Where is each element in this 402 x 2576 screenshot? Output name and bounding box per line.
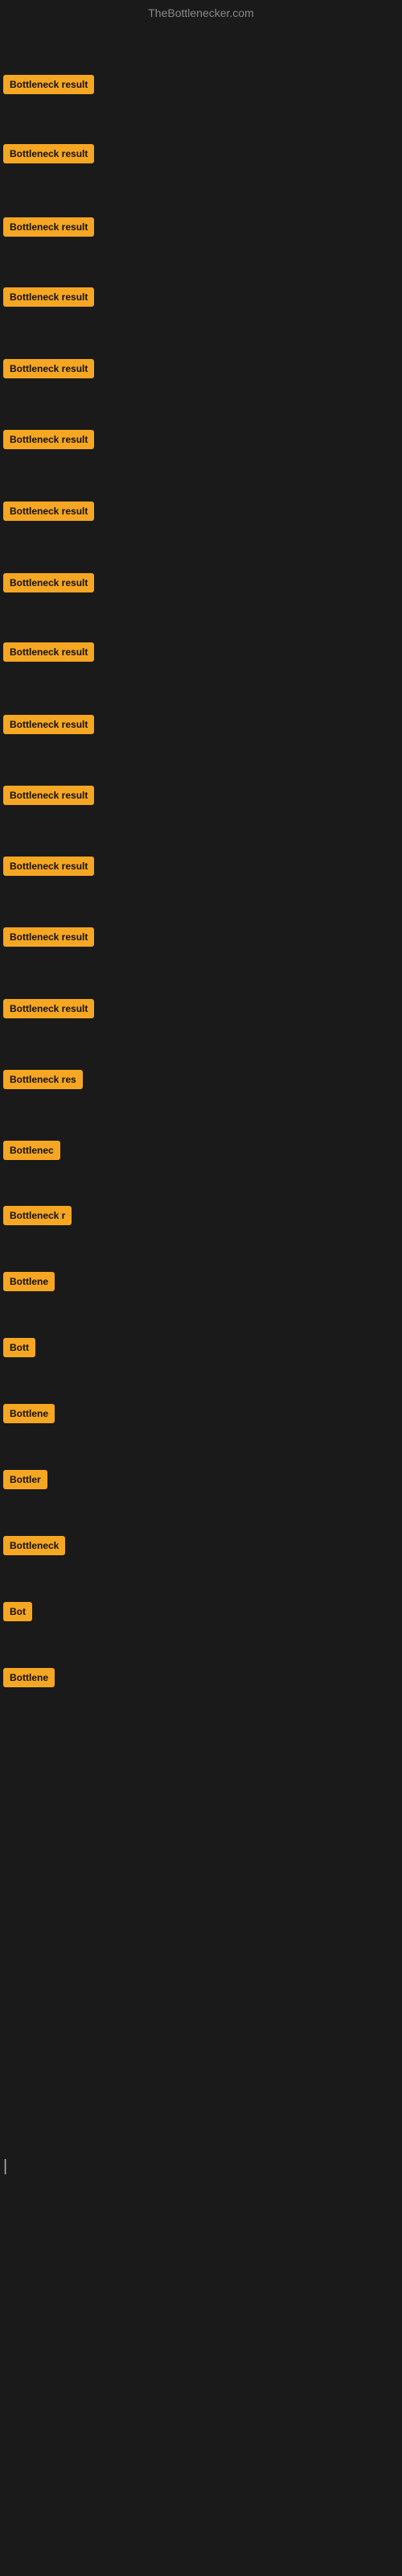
bottleneck-badge[interactable]: Bottleneck result [3, 502, 94, 521]
bottleneck-item-row[interactable]: Bottleneck result [3, 573, 94, 597]
bottleneck-badge[interactable]: Bottleneck res [3, 1070, 83, 1089]
bottleneck-item-row[interactable]: Bottleneck result [3, 999, 94, 1022]
bottleneck-badge[interactable]: Bottleneck result [3, 999, 94, 1018]
bottleneck-badge[interactable]: Bot [3, 1602, 32, 1621]
bottleneck-badge[interactable]: Bottleneck result [3, 217, 94, 237]
page-wrapper: TheBottlenecker.com Bottleneck result Bot… [0, 0, 402, 2576]
bottleneck-badge[interactable]: Bottleneck result [3, 927, 94, 947]
bottleneck-item-row[interactable]: Bottleneck result [3, 502, 94, 525]
bottleneck-badge[interactable]: Bottleneck r [3, 1206, 72, 1225]
bottleneck-item-row[interactable]: Bottleneck result [3, 927, 94, 951]
bottleneck-badge[interactable]: Bott [3, 1338, 35, 1357]
bottleneck-item-row[interactable]: Bottleneck res [3, 1070, 83, 1093]
bottleneck-badge[interactable]: Bottleneck result [3, 642, 94, 662]
bottleneck-item-row[interactable]: Bottlenec [3, 1141, 60, 1164]
bottleneck-badge[interactable]: Bottleneck result [3, 430, 94, 449]
bottleneck-item-row[interactable]: Bottleneck result [3, 430, 94, 453]
bottleneck-item-row[interactable]: Bottleneck result [3, 642, 94, 666]
bottleneck-badge[interactable]: Bottleneck result [3, 857, 94, 876]
bottleneck-badge[interactable]: Bottleneck result [3, 786, 94, 805]
bottleneck-item-row[interactable]: Bottlene [3, 1272, 55, 1295]
bottleneck-badge[interactable]: Bottleneck result [3, 287, 94, 307]
bottleneck-item-row[interactable]: Bottleneck result [3, 359, 94, 382]
bottleneck-badge[interactable]: Bottlene [3, 1404, 55, 1423]
bottleneck-badge[interactable]: Bottleneck result [3, 144, 94, 163]
site-title: TheBottlenecker.com [148, 6, 254, 19]
bottleneck-item-row[interactable]: Bottleneck result [3, 715, 94, 738]
bottleneck-item-row[interactable]: Bottleneck result [3, 857, 94, 880]
bottleneck-item-row[interactable]: Bottleneck r [3, 1206, 72, 1229]
cursor-indicator: | [3, 2157, 7, 2176]
bottleneck-badge[interactable]: Bottleneck result [3, 715, 94, 734]
bottleneck-item-row[interactable]: Bott [3, 1338, 35, 1361]
bottleneck-item-row[interactable]: Bottleneck result [3, 217, 94, 241]
bottleneck-item-row[interactable]: Bottlene [3, 1668, 55, 1691]
bottleneck-badge[interactable]: Bottleneck [3, 1536, 65, 1555]
bottleneck-item-row[interactable]: Bottlene [3, 1404, 55, 1427]
bottleneck-item-row[interactable]: Bottleneck [3, 1536, 65, 1559]
bottleneck-item-row[interactable]: Bottleneck result [3, 287, 94, 311]
bottleneck-badge[interactable]: Bottleneck result [3, 573, 94, 592]
bottleneck-item-row[interactable]: Bottleneck result [3, 75, 94, 98]
bottleneck-badge[interactable]: Bottlene [3, 1668, 55, 1687]
bottleneck-item-row[interactable]: Bottleneck result [3, 144, 94, 167]
bottleneck-item-row[interactable]: Bottleneck result [3, 786, 94, 809]
bottleneck-item-row[interactable]: Bottler [3, 1470, 47, 1493]
bottleneck-badge[interactable]: Bottler [3, 1470, 47, 1489]
bottleneck-badge[interactable]: Bottleneck result [3, 75, 94, 94]
bottleneck-badge[interactable]: Bottleneck result [3, 359, 94, 378]
bottleneck-badge[interactable]: Bottlene [3, 1272, 55, 1291]
bottleneck-badge[interactable]: Bottlenec [3, 1141, 60, 1160]
site-header: TheBottlenecker.com [0, 0, 402, 29]
bottleneck-item-row[interactable]: Bot [3, 1602, 32, 1625]
